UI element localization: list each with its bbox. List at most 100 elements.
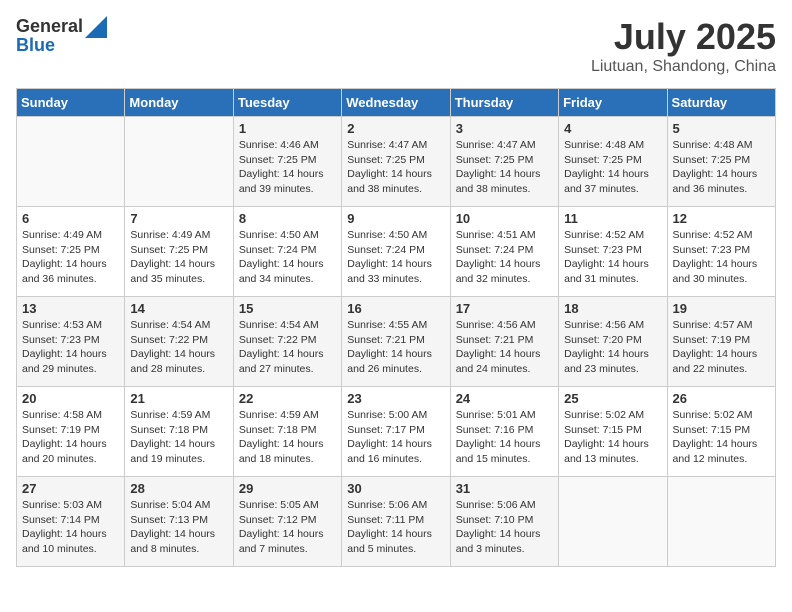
day-number: 1 xyxy=(239,121,336,136)
calendar-cell: 3 Sunrise: 4:47 AMSunset: 7:25 PMDaylight… xyxy=(450,117,558,207)
day-number: 18 xyxy=(564,301,661,316)
day-number: 8 xyxy=(239,211,336,226)
calendar-cell: 22 Sunrise: 4:59 AMSunset: 7:18 PMDayligh… xyxy=(233,387,341,477)
day-number: 5 xyxy=(673,121,770,136)
day-number: 9 xyxy=(347,211,444,226)
calendar-cell: 5 Sunrise: 4:48 AMSunset: 7:25 PMDaylight… xyxy=(667,117,775,207)
calendar-cell: 2 Sunrise: 4:47 AMSunset: 7:25 PMDaylight… xyxy=(342,117,450,207)
logo-general: General xyxy=(16,17,83,37)
day-number: 14 xyxy=(130,301,227,316)
day-detail: Sunrise: 4:50 AMSunset: 7:24 PMDaylight:… xyxy=(347,228,444,287)
day-detail: Sunrise: 4:47 AMSunset: 7:25 PMDaylight:… xyxy=(347,138,444,197)
day-detail: Sunrise: 5:06 AMSunset: 7:11 PMDaylight:… xyxy=(347,498,444,557)
day-number: 7 xyxy=(130,211,227,226)
logo: General Blue xyxy=(16,16,107,56)
day-detail: Sunrise: 4:49 AMSunset: 7:25 PMDaylight:… xyxy=(130,228,227,287)
day-detail: Sunrise: 4:52 AMSunset: 7:23 PMDaylight:… xyxy=(673,228,770,287)
day-number: 3 xyxy=(456,121,553,136)
day-detail: Sunrise: 4:51 AMSunset: 7:24 PMDaylight:… xyxy=(456,228,553,287)
calendar-cell xyxy=(17,117,125,207)
day-number: 24 xyxy=(456,391,553,406)
day-detail: Sunrise: 5:03 AMSunset: 7:14 PMDaylight:… xyxy=(22,498,119,557)
day-number: 30 xyxy=(347,481,444,496)
page-header: General Blue July 2025 Liutuan, Shandong… xyxy=(16,16,776,76)
calendar-cell: 13 Sunrise: 4:53 AMSunset: 7:23 PMDayligh… xyxy=(17,297,125,387)
day-detail: Sunrise: 4:52 AMSunset: 7:23 PMDaylight:… xyxy=(564,228,661,287)
calendar-cell: 25Sunrise: 5:02 AMSunset: 7:15 PMDayligh… xyxy=(559,387,667,477)
calendar-cell: 11Sunrise: 4:52 AMSunset: 7:23 PMDayligh… xyxy=(559,207,667,297)
weekday-header: Friday xyxy=(559,89,667,117)
day-detail: Sunrise: 5:06 AMSunset: 7:10 PMDaylight:… xyxy=(456,498,553,557)
day-detail: Sunrise: 5:01 AMSunset: 7:16 PMDaylight:… xyxy=(456,408,553,467)
calendar-cell: 18 Sunrise: 4:56 AMSunset: 7:20 PMDayligh… xyxy=(559,297,667,387)
calendar-cell: 26 Sunrise: 5:02 AMSunset: 7:15 PMDayligh… xyxy=(667,387,775,477)
title-block: July 2025 Liutuan, Shandong, China xyxy=(591,16,776,76)
calendar-cell: 8 Sunrise: 4:50 AMSunset: 7:24 PMDaylight… xyxy=(233,207,341,297)
day-detail: Sunrise: 4:53 AMSunset: 7:23 PMDaylight:… xyxy=(22,318,119,377)
weekday-header: Thursday xyxy=(450,89,558,117)
day-number: 15 xyxy=(239,301,336,316)
location-title: Liutuan, Shandong, China xyxy=(591,58,776,76)
month-title: July 2025 xyxy=(591,16,776,58)
day-detail: Sunrise: 4:59 AMSunset: 7:18 PMDaylight:… xyxy=(239,408,336,467)
calendar-cell: 20Sunrise: 4:58 AMSunset: 7:19 PMDayligh… xyxy=(17,387,125,477)
day-detail: Sunrise: 4:48 AMSunset: 7:25 PMDaylight:… xyxy=(564,138,661,197)
day-number: 6 xyxy=(22,211,119,226)
day-detail: Sunrise: 4:54 AMSunset: 7:22 PMDaylight:… xyxy=(239,318,336,377)
day-detail: Sunrise: 5:05 AMSunset: 7:12 PMDaylight:… xyxy=(239,498,336,557)
day-detail: Sunrise: 5:00 AMSunset: 7:17 PMDaylight:… xyxy=(347,408,444,467)
calendar-week-row: 13 Sunrise: 4:53 AMSunset: 7:23 PMDayligh… xyxy=(17,297,776,387)
calendar-week-row: 1Sunrise: 4:46 AMSunset: 7:25 PMDaylight… xyxy=(17,117,776,207)
day-number: 16 xyxy=(347,301,444,316)
calendar-cell: 29 Sunrise: 5:05 AMSunset: 7:12 PMDayligh… xyxy=(233,477,341,567)
calendar-cell: 10Sunrise: 4:51 AMSunset: 7:24 PMDayligh… xyxy=(450,207,558,297)
calendar-cell: 31Sunrise: 5:06 AMSunset: 7:10 PMDayligh… xyxy=(450,477,558,567)
calendar-table: SundayMondayTuesdayWednesdayThursdayFrid… xyxy=(16,88,776,567)
weekday-header-row: SundayMondayTuesdayWednesdayThursdayFrid… xyxy=(17,89,776,117)
calendar-cell: 6Sunrise: 4:49 AMSunset: 7:25 PMDaylight… xyxy=(17,207,125,297)
day-number: 21 xyxy=(130,391,227,406)
calendar-cell: 28 Sunrise: 5:04 AMSunset: 7:13 PMDayligh… xyxy=(125,477,233,567)
calendar-cell: 4 Sunrise: 4:48 AMSunset: 7:25 PMDaylight… xyxy=(559,117,667,207)
calendar-cell: 24 Sunrise: 5:01 AMSunset: 7:16 PMDayligh… xyxy=(450,387,558,477)
calendar-cell: 27 Sunrise: 5:03 AMSunset: 7:14 PMDayligh… xyxy=(17,477,125,567)
day-number: 13 xyxy=(22,301,119,316)
day-detail: Sunrise: 4:48 AMSunset: 7:25 PMDaylight:… xyxy=(673,138,770,197)
day-detail: Sunrise: 4:56 AMSunset: 7:20 PMDaylight:… xyxy=(564,318,661,377)
weekday-header: Saturday xyxy=(667,89,775,117)
day-detail: Sunrise: 4:54 AMSunset: 7:22 PMDaylight:… xyxy=(130,318,227,377)
day-number: 23 xyxy=(347,391,444,406)
calendar-cell: 9 Sunrise: 4:50 AMSunset: 7:24 PMDaylight… xyxy=(342,207,450,297)
day-number: 12 xyxy=(673,211,770,226)
calendar-week-row: 27 Sunrise: 5:03 AMSunset: 7:14 PMDayligh… xyxy=(17,477,776,567)
day-number: 26 xyxy=(673,391,770,406)
calendar-cell: 7 Sunrise: 4:49 AMSunset: 7:25 PMDaylight… xyxy=(125,207,233,297)
day-detail: Sunrise: 4:47 AMSunset: 7:25 PMDaylight:… xyxy=(456,138,553,197)
day-number: 4 xyxy=(564,121,661,136)
calendar-cell: 17 Sunrise: 4:56 AMSunset: 7:21 PMDayligh… xyxy=(450,297,558,387)
day-number: 2 xyxy=(347,121,444,136)
day-detail: Sunrise: 5:04 AMSunset: 7:13 PMDaylight:… xyxy=(130,498,227,557)
calendar-cell: 14 Sunrise: 4:54 AMSunset: 7:22 PMDayligh… xyxy=(125,297,233,387)
day-number: 25 xyxy=(564,391,661,406)
day-detail: Sunrise: 4:59 AMSunset: 7:18 PMDaylight:… xyxy=(130,408,227,467)
calendar-cell: 12 Sunrise: 4:52 AMSunset: 7:23 PMDayligh… xyxy=(667,207,775,297)
day-number: 27 xyxy=(22,481,119,496)
day-number: 22 xyxy=(239,391,336,406)
day-number: 29 xyxy=(239,481,336,496)
calendar-cell: 1Sunrise: 4:46 AMSunset: 7:25 PMDaylight… xyxy=(233,117,341,207)
day-number: 28 xyxy=(130,481,227,496)
calendar-week-row: 6 Sunrise: 4:49 AMSunset: 7:25 PMDaylight… xyxy=(17,207,776,297)
calendar-cell: 21 Sunrise: 4:59 AMSunset: 7:18 PMDayligh… xyxy=(125,387,233,477)
day-detail: Sunrise: 4:56 AMSunset: 7:21 PMDaylight:… xyxy=(456,318,553,377)
day-detail: Sunrise: 5:02 AMSunset: 7:15 PMDaylight:… xyxy=(673,408,770,467)
day-number: 17 xyxy=(456,301,553,316)
calendar-cell: 16Sunrise: 4:55 AMSunset: 7:21 PMDayligh… xyxy=(342,297,450,387)
calendar-cell: 19 Sunrise: 4:57 AMSunset: 7:19 PMDayligh… xyxy=(667,297,775,387)
weekday-header: Monday xyxy=(125,89,233,117)
weekday-header: Sunday xyxy=(17,89,125,117)
day-detail: Sunrise: 4:50 AMSunset: 7:24 PMDaylight:… xyxy=(239,228,336,287)
day-number: 19 xyxy=(673,301,770,316)
day-detail: Sunrise: 4:57 AMSunset: 7:19 PMDaylight:… xyxy=(673,318,770,377)
calendar-cell: 30 Sunrise: 5:06 AMSunset: 7:11 PMDayligh… xyxy=(342,477,450,567)
